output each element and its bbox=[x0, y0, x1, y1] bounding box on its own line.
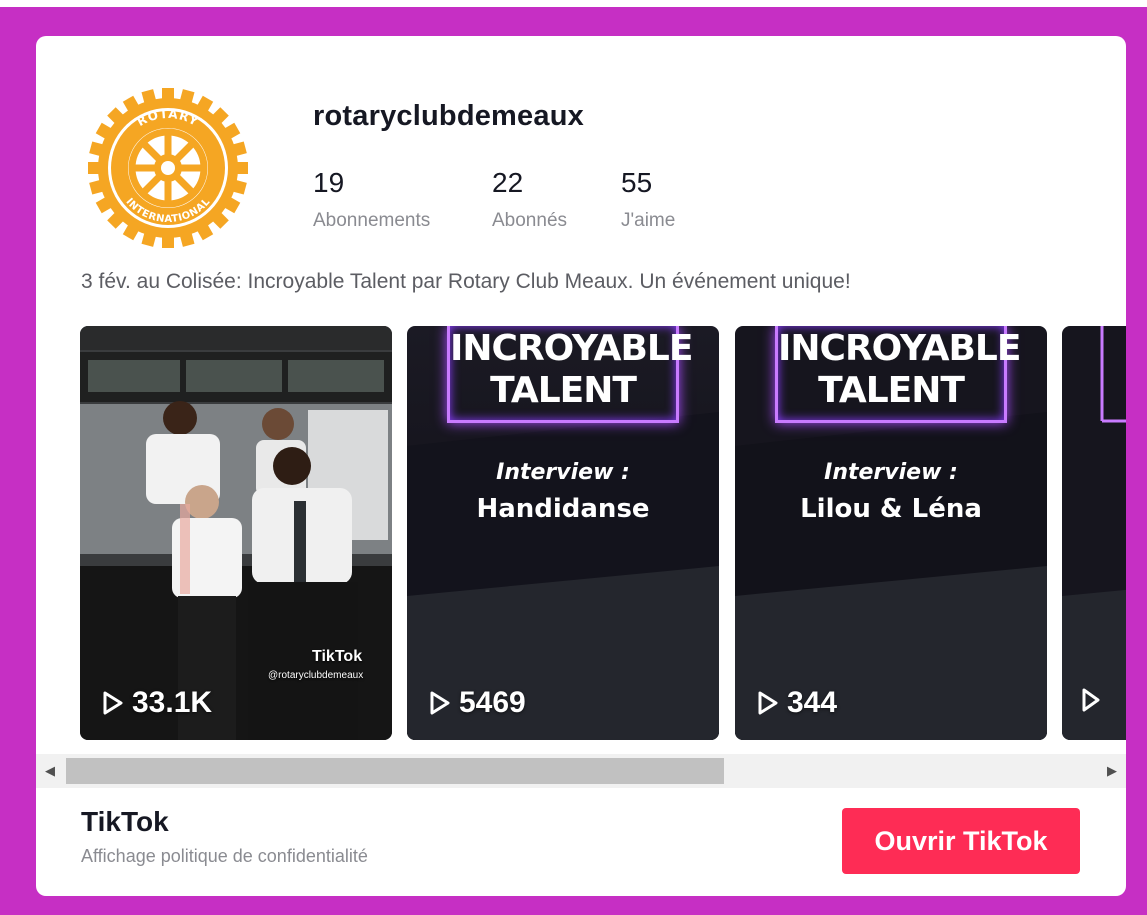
video-3-subtitle: Interview : bbox=[824, 460, 958, 485]
open-tiktok-button[interactable]: Ouvrir TikTok bbox=[842, 808, 1080, 874]
privacy-policy-link[interactable]: Affichage politique de confidentialité bbox=[81, 846, 368, 867]
stat-followers-label: Abonnés bbox=[492, 210, 568, 231]
video-2-view-count: 5469 bbox=[459, 686, 526, 719]
video-thumbnail-4[interactable] bbox=[1062, 326, 1126, 740]
stat-followers: 22 Abonnés bbox=[492, 166, 567, 232]
tiktok-embed-card: ROTARY INTERNATIONAL rotaryclubdemeaux 1… bbox=[36, 36, 1126, 896]
stat-following-label: Abonnements bbox=[313, 210, 431, 231]
video-thumbnail-3[interactable]: INCROYABLE TALENT Interview : Lilou & Lé… bbox=[735, 326, 1047, 740]
play-icon bbox=[430, 691, 450, 715]
stat-likes: 55 J'aime bbox=[621, 166, 675, 232]
tiktok-watermark: TikTok bbox=[312, 648, 363, 665]
stat-following-value: 19 bbox=[313, 167, 345, 198]
stat-followers-value: 22 bbox=[492, 167, 524, 198]
video-3-view-count: 344 bbox=[787, 686, 838, 719]
video-2-title-line2: TALENT bbox=[490, 370, 637, 411]
video-3-title-line1: INCROYABLE bbox=[778, 328, 1021, 369]
video-1-view-count: 33.1K bbox=[132, 686, 213, 719]
tiktok-watermark-handle: @rotaryclubdemeaux bbox=[268, 670, 364, 681]
scroll-right-arrow-icon[interactable]: ▶ bbox=[1098, 754, 1126, 788]
video-2-title-line1: INCROYABLE bbox=[450, 328, 693, 369]
horizontal-scrollbar[interactable]: ◀ ▶ bbox=[36, 754, 1126, 788]
video-2-subtitle: Interview : bbox=[496, 460, 630, 485]
video-thumbnail-1[interactable]: TikTok @rotaryclubdemeaux 33.1K bbox=[80, 326, 392, 740]
video-carousel[interactable]: TikTok @rotaryclubdemeaux 33.1K INCROYAB… bbox=[80, 326, 1126, 740]
scrollbar-thumb[interactable] bbox=[66, 758, 724, 784]
video-2-name: Handidanse bbox=[476, 494, 650, 524]
video-3-title-line2: TALENT bbox=[818, 370, 965, 411]
stat-likes-value: 55 bbox=[621, 167, 653, 198]
stat-likes-label: J'aime bbox=[621, 210, 676, 231]
video-thumbnail-2[interactable]: INCROYABLE TALENT Interview : Handidanse… bbox=[407, 326, 719, 740]
video-3-name: Lilou & Léna bbox=[800, 494, 982, 524]
video-2-views: 5469 bbox=[429, 686, 526, 720]
scroll-left-arrow-icon[interactable]: ◀ bbox=[36, 754, 64, 788]
play-icon bbox=[103, 691, 123, 715]
footer-brand: TikTok bbox=[81, 806, 169, 837]
video-2-neon-title: INCROYABLE TALENT bbox=[447, 326, 693, 423]
video-3-neon-title: INCROYABLE TALENT bbox=[775, 326, 1021, 423]
profile-username[interactable]: rotaryclubdemeaux bbox=[313, 100, 584, 133]
stat-following: 19 Abonnements bbox=[313, 166, 430, 232]
video-1-views: 33.1K bbox=[102, 686, 212, 720]
play-icon bbox=[758, 691, 778, 715]
video-4-background bbox=[1062, 326, 1126, 740]
frame-top-edge bbox=[0, 0, 1147, 7]
profile-bio: 3 fév. au Colisée: Incroyable Talent par… bbox=[81, 270, 851, 293]
rotary-logo: ROTARY INTERNATIONAL bbox=[88, 88, 248, 248]
video-3-views: 344 bbox=[757, 686, 837, 720]
